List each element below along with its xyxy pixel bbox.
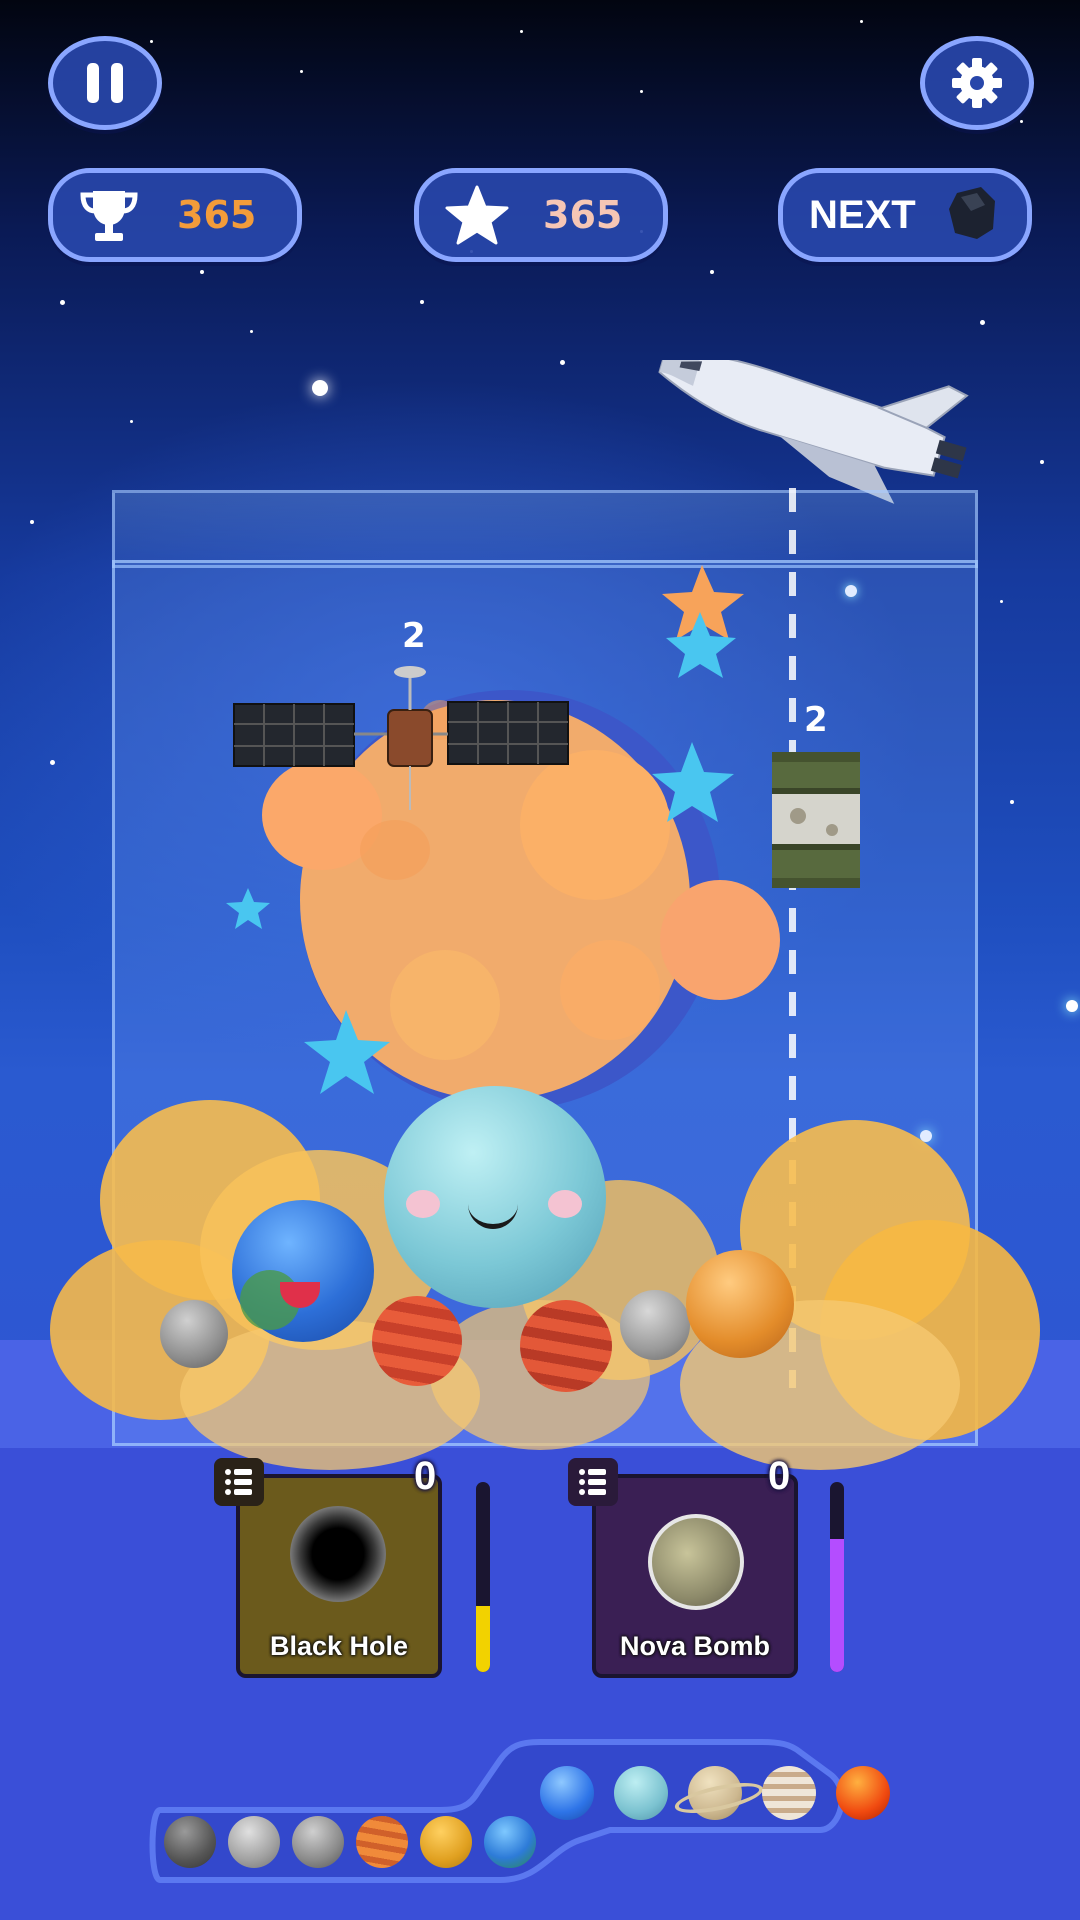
barrel-object xyxy=(772,752,860,888)
black-hole-label: Black Hole xyxy=(269,1631,409,1661)
earth-planet xyxy=(232,1200,374,1342)
venus-planet xyxy=(686,1250,794,1358)
list-icon xyxy=(579,1469,606,1495)
sparkle-stars xyxy=(226,565,744,1094)
game-scene: 365 365 NEXT 2 2 Black Hole 0 Nova Bomb … xyxy=(0,0,1080,1920)
evolution-sun xyxy=(836,1766,890,1820)
barrel-level: 2 xyxy=(804,700,828,740)
black-hole-powerup[interactable]: Black Hole xyxy=(236,1474,442,1678)
nova-bomb-label: Nova Bomb xyxy=(619,1631,771,1661)
satellite-object xyxy=(233,666,569,810)
evolution-earth xyxy=(484,1816,536,1868)
moon-planet xyxy=(620,1290,690,1360)
nova-bomb-charge-fill xyxy=(830,1539,844,1672)
black-hole-charge-fill xyxy=(476,1605,490,1672)
evolution-uranus xyxy=(614,1766,668,1820)
list-icon xyxy=(225,1469,252,1495)
mars-planet xyxy=(372,1296,462,1386)
evolution-venus xyxy=(420,1816,472,1868)
black-hole-icon xyxy=(290,1506,386,1602)
evolution-asteroid xyxy=(164,1816,216,1868)
evolution-mars xyxy=(356,1816,408,1868)
nova-bomb-info-button[interactable] xyxy=(568,1458,618,1506)
black-hole-info-button[interactable] xyxy=(214,1458,264,1506)
nova-bomb-icon xyxy=(648,1514,744,1610)
nova-bomb-powerup[interactable]: Nova Bomb xyxy=(592,1474,798,1678)
black-hole-count: 0 xyxy=(414,1454,437,1498)
nova-bomb-charge-meter xyxy=(830,1482,844,1672)
evolution-jupiter xyxy=(762,1766,816,1820)
evolution-neptune xyxy=(540,1766,594,1820)
evolution-saturn xyxy=(672,1766,766,1820)
nova-bomb-count: 0 xyxy=(768,1454,791,1498)
uranus-planet xyxy=(384,1086,606,1308)
black-hole-charge-meter xyxy=(476,1482,490,1672)
evolution-moon xyxy=(228,1816,280,1868)
satellite-level: 2 xyxy=(402,616,426,656)
mars-planet-2 xyxy=(520,1300,612,1392)
evolution-mercury xyxy=(292,1816,344,1868)
mercury-planet xyxy=(160,1300,228,1368)
